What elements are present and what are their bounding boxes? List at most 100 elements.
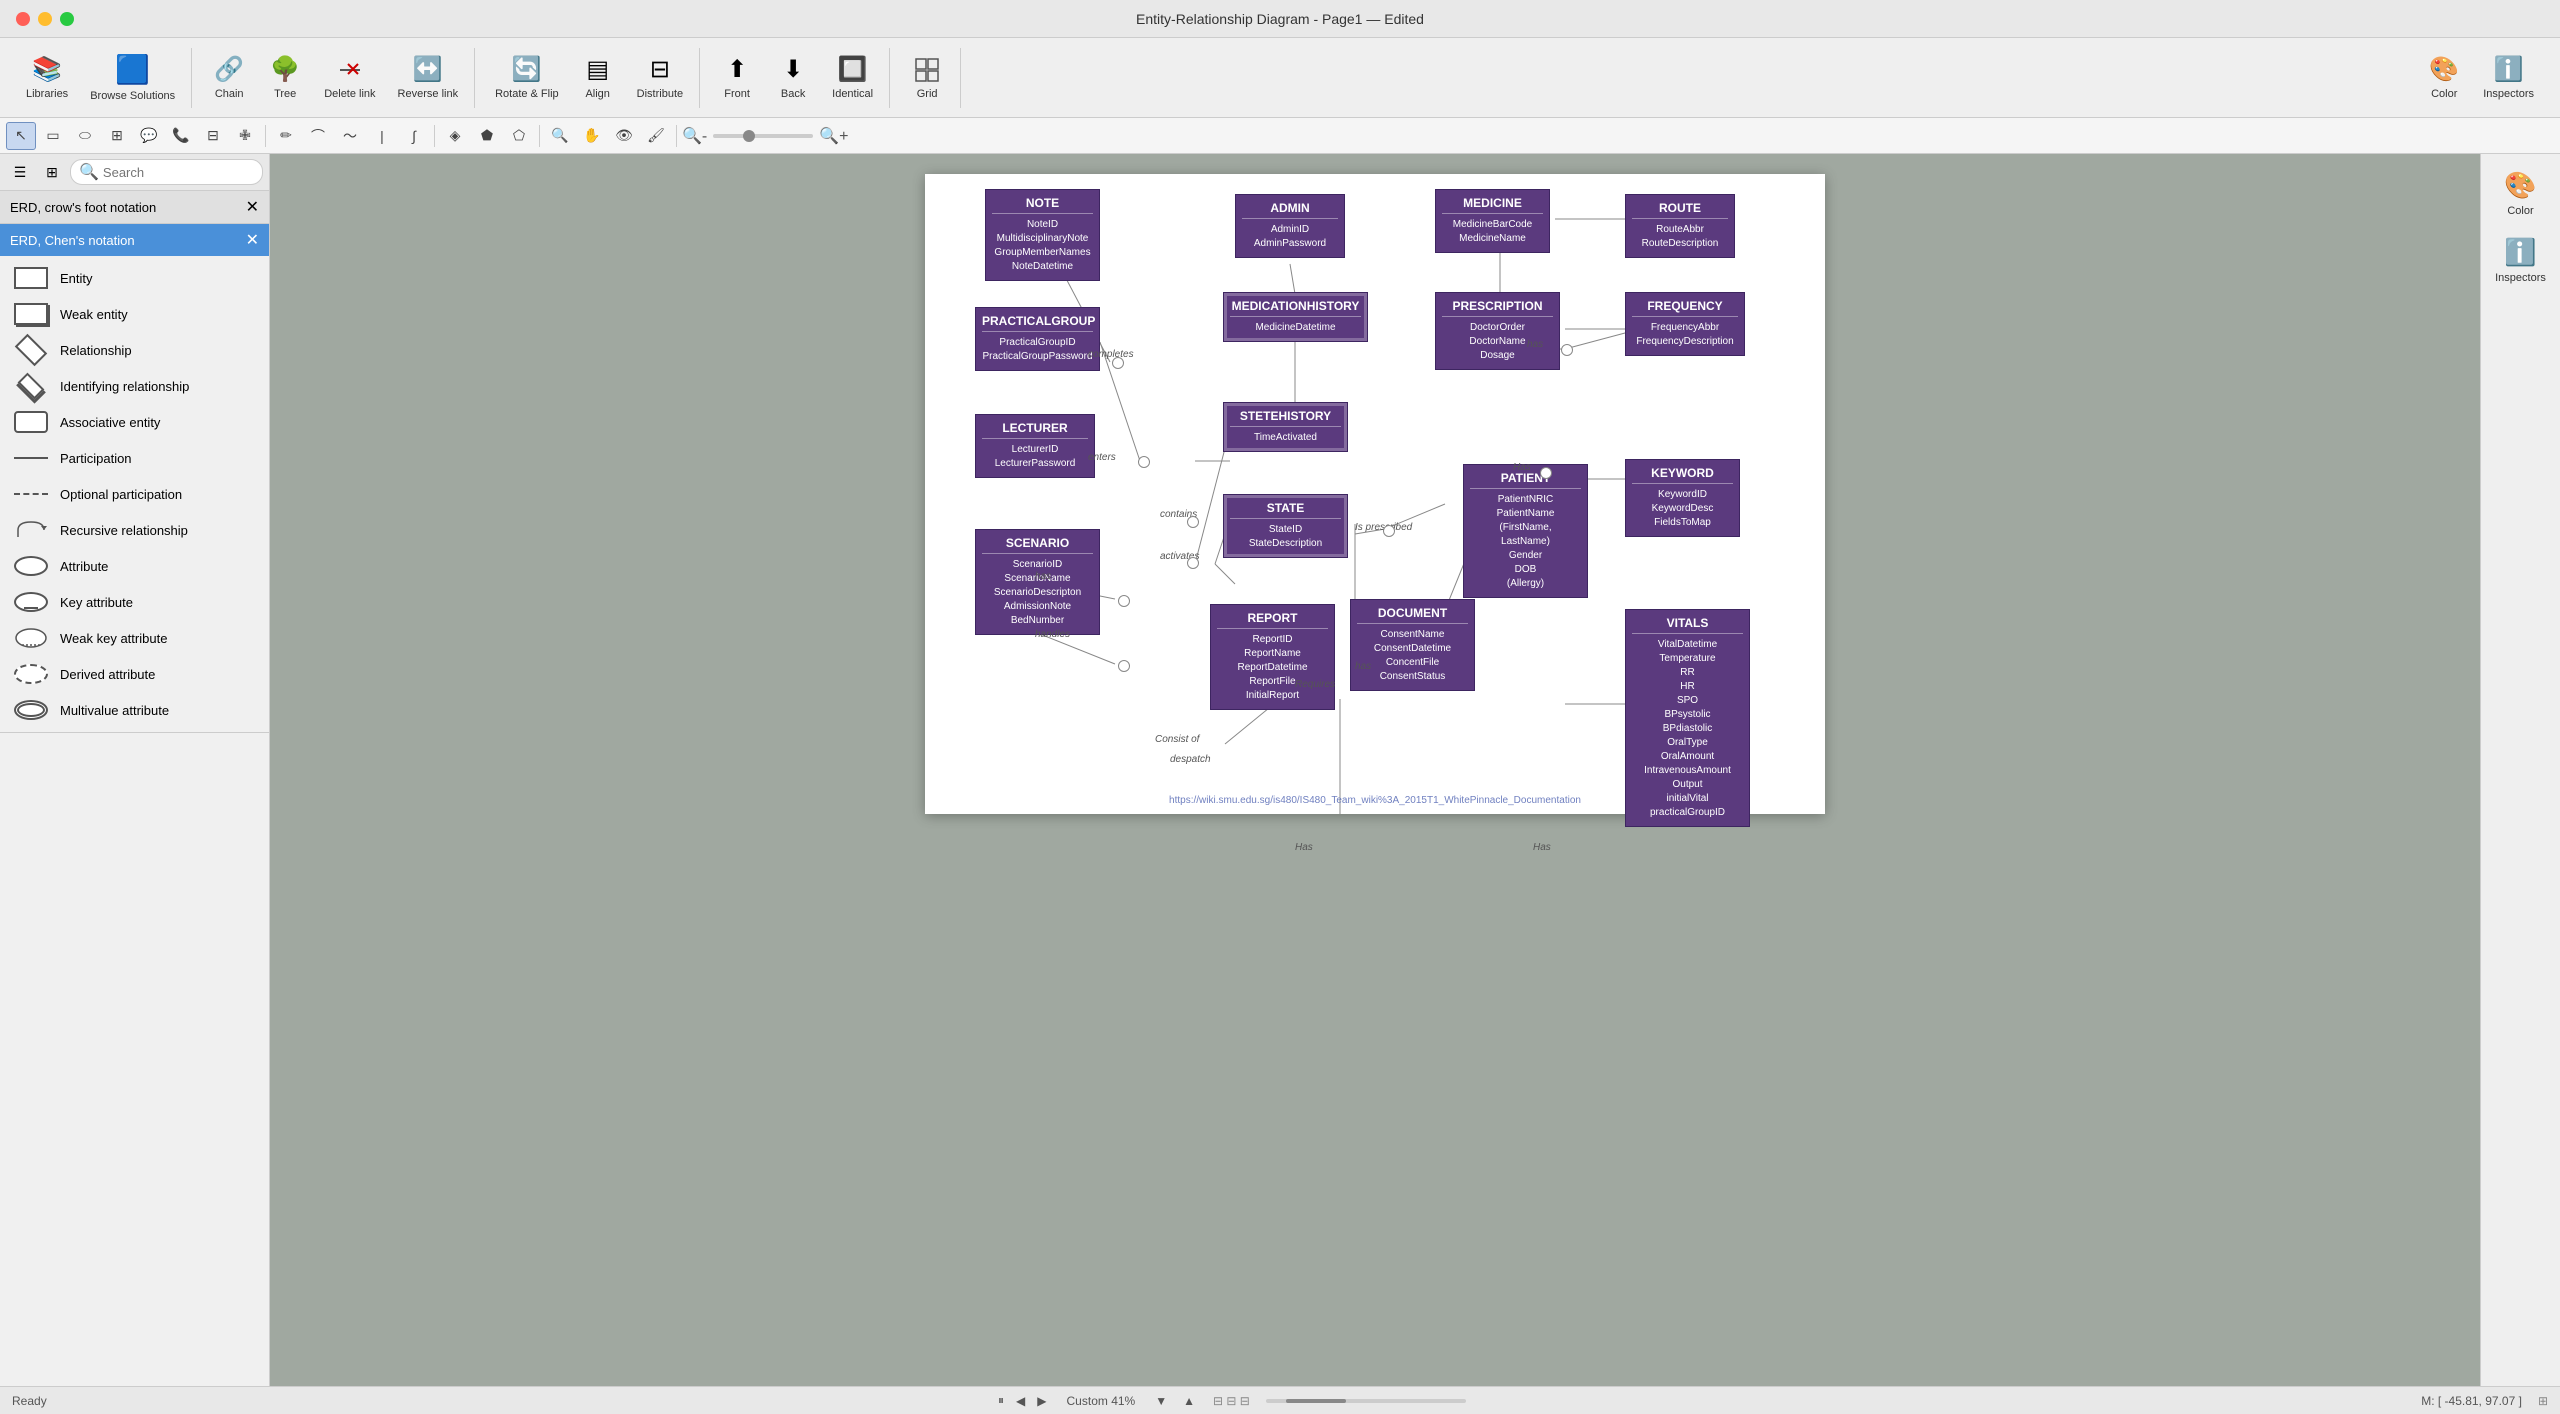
resize-handle[interactable]: ⊞ [2538, 1394, 2548, 1408]
zoom-up-btn[interactable]: ▲ [1179, 1392, 1199, 1410]
page-nav: ⏸ ◀ ▶ [994, 1391, 1050, 1410]
palette-item-associative[interactable]: Associative entity [0, 404, 269, 440]
chain-button[interactable]: 🔗 Chain [204, 51, 254, 104]
pen-tool[interactable]: ✏ [271, 122, 301, 150]
select-tool[interactable]: ↖ [6, 122, 36, 150]
entity-document[interactable]: DOCUMENT ConsentNameConsentDatetimeConce… [1350, 599, 1475, 691]
entity-statehistory[interactable]: STETEHISTORY TimeActivated [1223, 402, 1348, 452]
paint-tool[interactable]: 🖌 [641, 122, 671, 150]
library-crows-foot-close[interactable]: ✕ [246, 197, 259, 217]
palette-item-weak-entity[interactable]: Weak entity [0, 296, 269, 332]
table-tool[interactable]: ⊟ [198, 122, 228, 150]
palette-item-optional-participation[interactable]: Optional participation [0, 476, 269, 512]
diagram-canvas[interactable]: NOTE NoteIDMultidisciplinaryNoteGroupMem… [925, 174, 1825, 814]
library-group: 📚 Libraries 🟦 Browse Solutions [10, 48, 192, 108]
shape2-tool[interactable]: ⬟ [472, 122, 502, 150]
palette-item-weak-key-attribute[interactable]: Weak key attribute [0, 620, 269, 656]
entity-medicine[interactable]: MEDICINE MedicineBarCodeMedicineName [1435, 189, 1550, 253]
palette-item-multivalue-attribute[interactable]: Multivalue attribute [0, 692, 269, 728]
entity-practicalgroup[interactable]: PRACTICALGROUP PracticalGroupIDPractical… [975, 307, 1100, 371]
color-panel-btn[interactable]: 🎨 Color [2487, 164, 2555, 223]
text-tool[interactable]: ⊞ [102, 122, 132, 150]
close-button[interactable] [16, 12, 30, 26]
palette-item-participation[interactable]: Participation [0, 440, 269, 476]
align-button[interactable]: ▤ Align [573, 51, 623, 104]
search-input[interactable] [103, 165, 254, 180]
zoom-slider[interactable] [713, 134, 813, 138]
scroll-bar[interactable] [1266, 1399, 1466, 1403]
palette-item-identifying-rel[interactable]: Identifying relationship [0, 368, 269, 404]
palette-item-relationship[interactable]: Relationship [0, 332, 269, 368]
identical-button[interactable]: 🔲 Identical [824, 51, 881, 104]
entity-keyword[interactable]: KEYWORD KeywordIDKeywordDescFieldsToMap [1625, 459, 1740, 537]
delete-link-button[interactable]: Delete link [316, 52, 383, 104]
entity-prescription[interactable]: PRESCRIPTION DoctorOrderDoctorNameDosage [1435, 292, 1560, 370]
library-chens-close[interactable]: ✕ [246, 230, 259, 250]
footer-link[interactable]: https://wiki.smu.edu.sg/is480/IS480_Team… [925, 795, 1825, 806]
zoom-down-btn[interactable]: ▼ [1151, 1392, 1171, 1410]
front-button[interactable]: ⬆ Front [712, 51, 762, 104]
panel-grid-btn[interactable]: ⊞ [38, 158, 66, 186]
derived-attribute-thumb [12, 660, 50, 688]
status-text: Ready [12, 1394, 47, 1408]
bezier-tool[interactable]: ∫ [399, 122, 429, 150]
ellipse-tool[interactable]: ⬭ [70, 122, 100, 150]
rotate-flip-button[interactable]: 🔄 Rotate & Flip [487, 51, 567, 104]
zoom-out-btn[interactable]: 🔍- [682, 126, 707, 146]
canvas-area[interactable]: NOTE NoteIDMultidisciplinaryNoteGroupMem… [270, 154, 2480, 1386]
search-bar[interactable]: 🔍 [70, 159, 263, 185]
cross-tool[interactable]: ✙ [230, 122, 260, 150]
order-group: ⬆ Front ⬇ Back 🔲 Identical [704, 48, 890, 108]
tree-button[interactable]: 🌳 Tree [260, 51, 310, 104]
prev-page-btn[interactable]: ◀ [1012, 1392, 1029, 1410]
window-controls[interactable] [16, 12, 74, 26]
callout-tool[interactable]: 💬 [134, 122, 164, 150]
library-chens-header[interactable]: ERD, Chen's notation ✕ [0, 224, 269, 256]
entity-note[interactable]: NOTE NoteIDMultidisciplinaryNoteGroupMem… [985, 189, 1100, 281]
entity-frequency[interactable]: FREQUENCY FrequencyAbbrFrequencyDescript… [1625, 292, 1745, 356]
shape3-tool[interactable]: ⬠ [504, 122, 534, 150]
arc-tool[interactable]: ⌒ [303, 122, 333, 150]
zoom-in-btn[interactable]: 🔍+ [819, 126, 848, 146]
entity-state[interactable]: STATE StateIDStateDescription [1223, 494, 1348, 558]
shape1-tool[interactable]: ◈ [440, 122, 470, 150]
color-button[interactable]: 🎨 Color [2419, 51, 2469, 104]
entity-patient[interactable]: PATIENT PatientNRICPatientName(FirstName… [1463, 464, 1588, 598]
entity-lecturer[interactable]: LECTURER LecturerIDLecturerPassword [975, 414, 1095, 478]
reverse-link-button[interactable]: ↔️ Reverse link [390, 51, 467, 104]
entity-report[interactable]: REPORT ReportIDReportNameReportDatetimeR… [1210, 604, 1335, 710]
inspectors-panel-label: Inspectors [2495, 272, 2546, 284]
hand-tool[interactable]: ✋ [577, 122, 607, 150]
next-page-btn[interactable]: ▶ [1033, 1392, 1050, 1410]
connector-tool[interactable]: 📞 [166, 122, 196, 150]
maximize-button[interactable] [60, 12, 74, 26]
rel-node-activates [1187, 557, 1199, 569]
panel-list-btn[interactable]: ☰ [6, 158, 34, 186]
palette-item-derived-attribute[interactable]: Derived attribute [0, 656, 269, 692]
distribute-button[interactable]: ⊟ Distribute [629, 51, 691, 104]
back-button[interactable]: ⬇ Back [768, 51, 818, 104]
inspectors-panel-btn[interactable]: ℹ️ Inspectors [2487, 231, 2555, 290]
window-title: Entity-Relationship Diagram - Page1 — Ed… [1136, 11, 1424, 27]
line-tool[interactable]: | [367, 122, 397, 150]
rect-tool[interactable]: ▭ [38, 122, 68, 150]
zoom-in-tool[interactable]: 🔍 [545, 122, 575, 150]
minimize-button[interactable] [38, 12, 52, 26]
libraries-button[interactable]: 📚 Libraries [18, 51, 76, 104]
curve-tool[interactable]: 〜 [335, 122, 365, 150]
entity-route[interactable]: ROUTE RouteAbbrRouteDescription [1625, 194, 1735, 258]
library-crows-foot-header[interactable]: ERD, crow's foot notation ✕ [0, 191, 269, 223]
palette-item-attribute[interactable]: Attribute [0, 548, 269, 584]
rel-has-right: Has [1513, 462, 1531, 473]
entity-scenario[interactable]: SCENARIO ScenarioIDScenarioNameScenarioD… [975, 529, 1100, 635]
browse-solutions-button[interactable]: 🟦 Browse Solutions [82, 49, 183, 106]
pause-btn[interactable]: ⏸ [994, 1391, 1008, 1410]
entity-admin[interactable]: ADMIN AdminIDAdminPassword [1235, 194, 1345, 258]
palette-item-recursive-rel[interactable]: Recursive relationship [0, 512, 269, 548]
inspectors-button[interactable]: ℹ️ Inspectors [2475, 51, 2542, 104]
palette-item-entity[interactable]: Entity [0, 260, 269, 296]
entity-medicationhistory[interactable]: MEDICATIONHISTORY MedicineDatetime [1223, 292, 1368, 342]
palette-item-key-attribute[interactable]: Key attribute [0, 584, 269, 620]
grid-button[interactable]: Grid [902, 52, 952, 104]
eyedrop-tool[interactable]: 👁 [609, 122, 639, 150]
